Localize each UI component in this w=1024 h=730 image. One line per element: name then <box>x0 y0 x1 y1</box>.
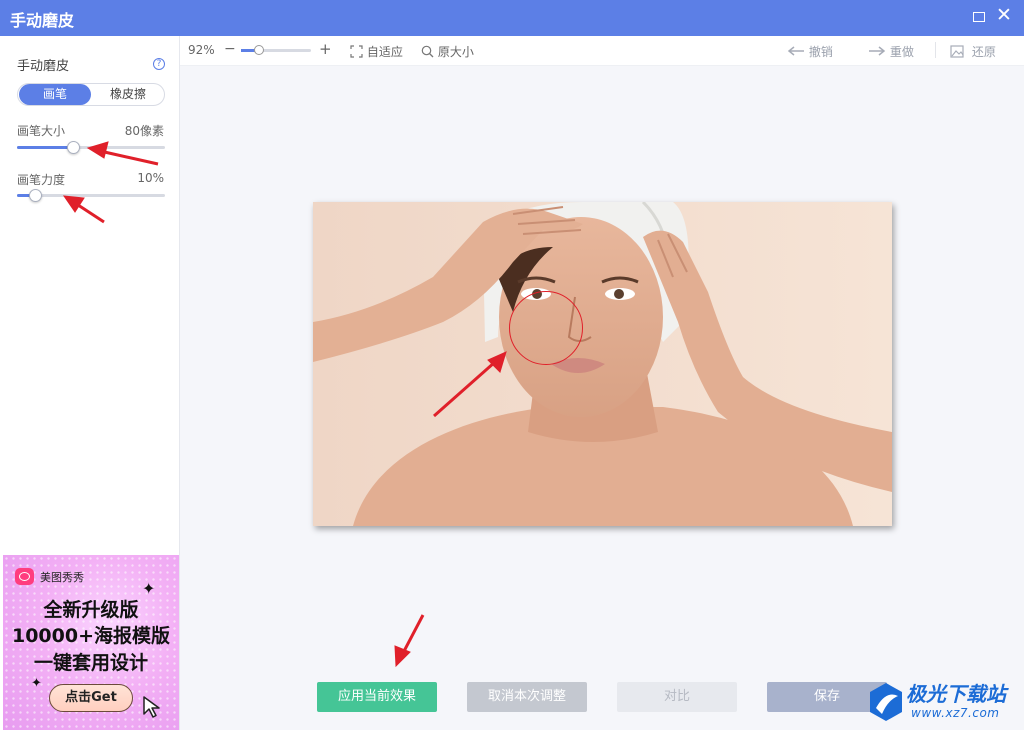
promo-cta-button[interactable]: 点击Get <box>49 684 133 712</box>
undo-arrow-icon <box>787 46 804 56</box>
close-button[interactable]: ✕ <box>996 4 1014 26</box>
site-watermark: 极光下载站 www.xz7.com <box>862 676 1024 730</box>
zoom-out-button[interactable]: − <box>224 41 236 57</box>
promo-line-1: 全新升级版 <box>43 599 139 621</box>
redo-arrow-icon <box>869 46 886 56</box>
meitu-logo-icon <box>15 568 34 585</box>
zoom-percent: 92% <box>188 43 215 57</box>
promo-line-2: 10000+海报模版 <box>11 625 171 647</box>
watermark-url: www.xz7.com <box>911 706 1000 720</box>
mode-eraser-button[interactable]: 橡皮擦 <box>92 84 164 105</box>
image-icon <box>950 45 964 58</box>
restore-button[interactable]: 还原 <box>950 43 996 60</box>
sparkle-icon: ✦ <box>31 676 42 691</box>
mode-brush-button[interactable]: 画笔 <box>19 84 91 105</box>
brush-cursor-circle <box>509 291 583 365</box>
zoom-handle[interactable] <box>254 45 264 55</box>
toolbar-divider <box>935 42 936 58</box>
original-size-button[interactable]: 原大小 <box>421 43 474 60</box>
canvas-toolbar: 92% − + 自适应 原大小 撤销 重做 还原 <box>180 36 1024 66</box>
maximize-icon <box>973 12 985 22</box>
apply-effect-button[interactable]: 应用当前效果 <box>317 682 437 712</box>
cursor-icon <box>143 696 160 718</box>
brush-size-fill <box>17 146 73 149</box>
brush-strength-label: 画笔力度 <box>17 173 66 187</box>
brush-size-value: 80像素 <box>124 124 164 138</box>
promo-banner[interactable]: 美图秀秀 ✦ ✦ 全新升级版 10000+海报模版 一键套用设计 点击Get <box>3 555 179 730</box>
panel-heading: 手动磨皮 <box>17 59 70 74</box>
fit-button[interactable]: 自适应 <box>350 43 403 60</box>
brush-strength-value: 10% <box>137 171 164 185</box>
undo-button[interactable]: 撤销 <box>787 43 833 60</box>
portrait-photo[interactable] <box>313 202 892 526</box>
cancel-adjustment-button[interactable]: 取消本次调整 <box>467 682 587 712</box>
promo-brand: 美图秀秀 <box>40 571 84 584</box>
watermark-title: 极光下载站 <box>906 682 1006 706</box>
watermark-logo-icon <box>870 683 902 721</box>
brush-strength-slider[interactable] <box>17 189 165 202</box>
undo-label: 撤销 <box>808 45 833 59</box>
compare-button[interactable]: 对比 <box>617 682 737 712</box>
redo-label: 重做 <box>889 45 914 59</box>
close-icon: ✕ <box>996 4 1012 26</box>
title-bar: 手动磨皮 ✕ <box>0 0 1024 36</box>
brush-size-slider[interactable] <box>17 141 165 154</box>
original-size-label: 原大小 <box>437 45 474 59</box>
brush-size-label: 画笔大小 <box>17 124 66 138</box>
magnifier-icon <box>421 45 434 58</box>
maximize-button[interactable] <box>970 8 988 26</box>
zoom-in-button[interactable]: + <box>319 40 332 58</box>
mode-toggle: 画笔 橡皮擦 <box>17 83 165 106</box>
promo-line-3: 一键套用设计 <box>33 652 148 674</box>
fit-icon <box>350 45 363 58</box>
help-icon[interactable]: ? <box>153 58 165 70</box>
brush-size-handle[interactable] <box>66 141 80 154</box>
window-title: 手动磨皮 <box>10 11 75 30</box>
portrait-image <box>313 202 892 526</box>
brush-strength-handle[interactable] <box>28 189 42 202</box>
restore-label: 还原 <box>971 45 996 59</box>
fit-label: 自适应 <box>366 45 403 59</box>
editing-canvas[interactable]: 应用当前效果 取消本次调整 对比 保存 <box>180 66 1024 730</box>
zoom-slider[interactable] <box>241 45 311 55</box>
redo-button[interactable]: 重做 <box>868 43 914 60</box>
